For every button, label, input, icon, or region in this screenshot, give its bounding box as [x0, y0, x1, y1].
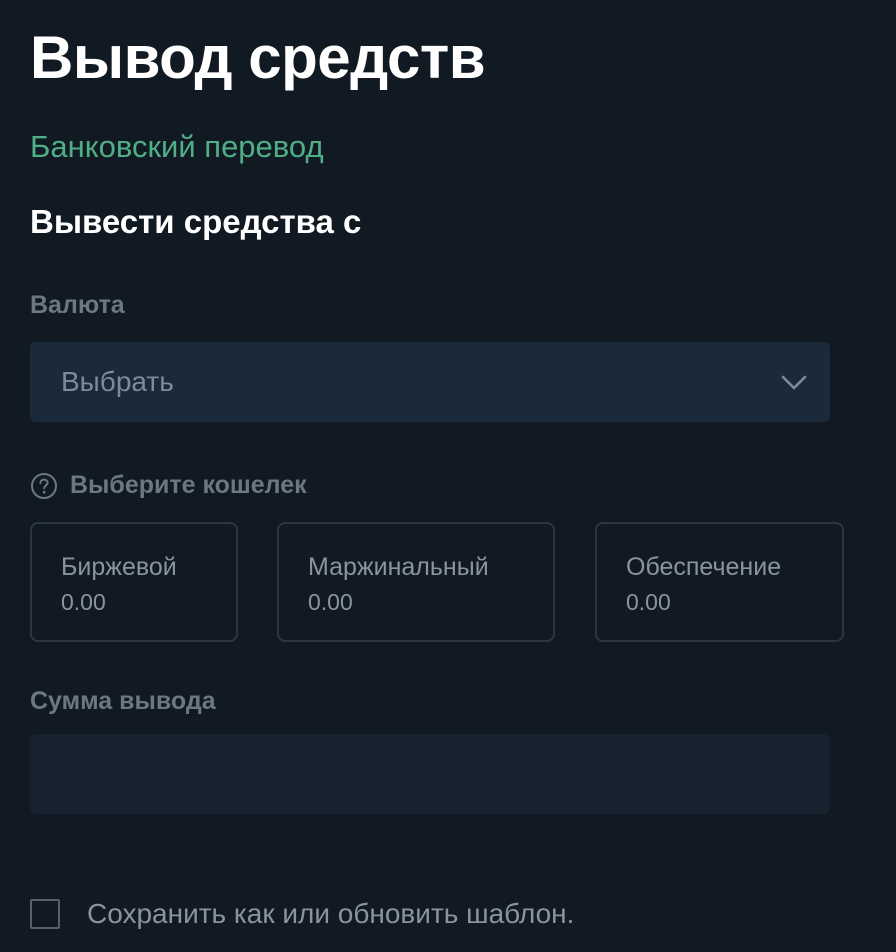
wallet-option-margin[interactable]: Маржинальный 0.00	[277, 522, 555, 642]
wallet-option-collateral[interactable]: Обеспечение 0.00	[595, 522, 844, 642]
chevron-down-icon	[781, 375, 807, 390]
amount-input[interactable]	[30, 734, 830, 814]
wallet-select-label: Выберите кошелек	[70, 471, 307, 499]
bank-transfer-link[interactable]: Банковский перевод	[30, 128, 324, 166]
save-template-label[interactable]: Сохранить как или обновить шаблон.	[87, 897, 574, 931]
withdraw-from-heading: Вывести средства с	[30, 203, 362, 240]
wallet-option-name: Обеспечение	[626, 553, 782, 581]
wallet-option-balance: 0.00	[61, 589, 106, 615]
currency-select-value: Выбрать	[61, 366, 174, 397]
save-template-checkbox[interactable]	[30, 899, 60, 929]
page-title: Вывод средств	[30, 24, 486, 91]
question-circle-icon[interactable]	[30, 472, 58, 500]
currency-label: Валюта	[30, 291, 125, 319]
wallet-option-name: Биржевой	[61, 553, 177, 581]
withdrawal-page: Вывод средств Банковский перевод Вывести…	[0, 0, 896, 952]
wallet-option-exchange[interactable]: Биржевой 0.00	[30, 522, 238, 642]
amount-label: Сумма вывода	[30, 687, 216, 715]
wallet-option-balance: 0.00	[626, 589, 671, 615]
wallet-option-balance: 0.00	[308, 589, 353, 615]
currency-select[interactable]: Выбрать	[30, 342, 830, 422]
wallet-option-name: Маржинальный	[308, 553, 489, 581]
